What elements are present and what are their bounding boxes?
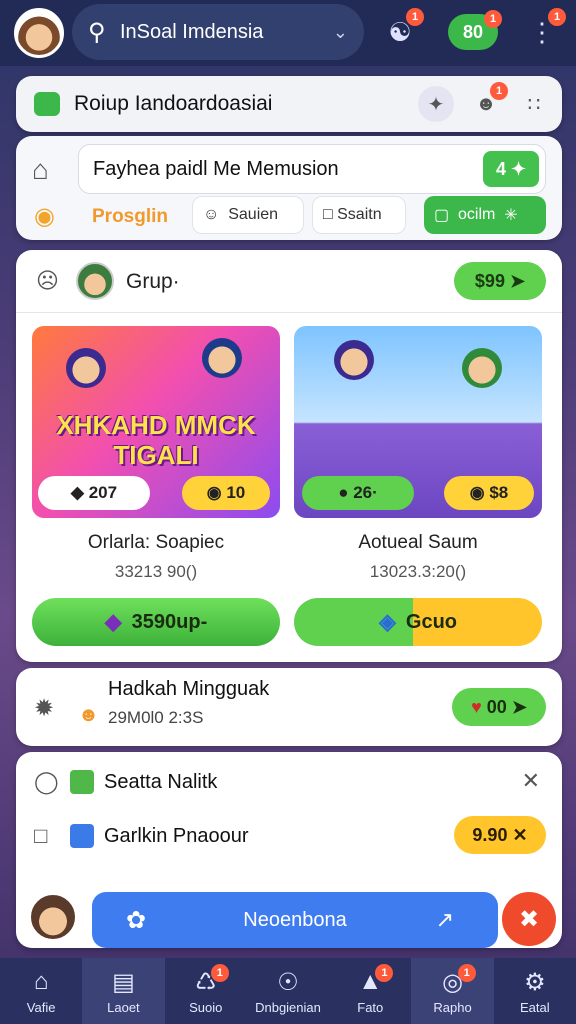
feed-title: Grup· (126, 270, 180, 293)
activity-card[interactable]: ✹ Hadkah Mingguak ☻ 29M0l0 2:3S ♥ 00 ➤ (16, 668, 562, 746)
nav-badge: 1 (210, 964, 229, 982)
game-sub-right: 13023.3:20() (369, 562, 467, 581)
grid-icon[interactable]: ∷ (516, 86, 552, 122)
robot-icon[interactable]: ☻ 1 (468, 82, 508, 122)
character-guitar (462, 348, 502, 388)
game-right-stat: ● 26· (302, 476, 414, 510)
game-banner-text: XHKAHD MMCK TIGALI (56, 410, 256, 470)
notification-badge: 1 (406, 8, 424, 26)
cube-icon (70, 770, 94, 794)
box-icon: □ (34, 823, 48, 848)
search-icon: ⚲ (88, 18, 106, 46)
message-input-value: Fayhea paidl Me Memusion (93, 157, 339, 180)
activity-time: 29M0l0 2:3S (108, 708, 204, 727)
chat-icon: ◯ (34, 769, 59, 794)
chip-sauien[interactable]: ☺ Sauien (192, 196, 304, 234)
send-button[interactable]: 4 ✦ (483, 151, 539, 187)
game-name-left: Orlarla: Soapiec (87, 532, 225, 553)
list-price-pill[interactable]: 9.90 ✕ (454, 816, 546, 854)
chip-ocilm[interactable]: ▢ ocilm ✳ (424, 196, 546, 234)
compose-card: ⌂ Fayhea paidl Me Memusion 4 ✦ ◉ Prosgli… (16, 136, 562, 240)
chevron-down-icon[interactable]: ⌄ (333, 22, 348, 43)
nav-item-dnbgienian[interactable]: ☉ Dnbgienian (247, 958, 329, 1024)
headset-icon: ☉ (277, 968, 299, 996)
game-image-right[interactable]: ● 26· ◉ $8 (294, 326, 542, 518)
group-title: Roiup Iandoardoasiai (74, 92, 273, 115)
paw-icon: ✿ (126, 906, 147, 934)
chip-ssaitn[interactable]: □ Ssaitn (312, 196, 406, 234)
nav-item-laoet[interactable]: ▤ Laoet (82, 958, 165, 1024)
bottom-nav: ⌂ Vafie ▤ Laoet ♺ Suoio 1 ☉ Dnbgienian ▲… (0, 958, 576, 1024)
character-cards (334, 340, 374, 380)
activity-title: Hadkah Mingguak (108, 678, 270, 700)
tag-icon: ◈ (378, 609, 396, 634)
x-icon: ✕ (512, 824, 528, 845)
top-bar: ⚲ InSoal Imdensia ⌄ ☯ 1 80 1 ⋮ 1 (0, 0, 576, 66)
nav-item-suoio[interactable]: ♺ Suoio 1 (165, 958, 247, 1024)
arrow-icon: ➤ (511, 696, 527, 717)
group-icon (34, 92, 60, 116)
close-icon[interactable]: ✕ (522, 768, 540, 794)
game-name-right: Aotueal Saum (358, 532, 478, 553)
nav-item-fato[interactable]: ▲ Fato 1 (329, 958, 411, 1024)
gear-icon: ⚙ (524, 968, 546, 996)
more-vertical-icon[interactable]: ⋮ 1 (522, 8, 566, 52)
user-ribbon-icon[interactable]: ☯ 1 (380, 8, 424, 52)
game-right-action-button[interactable]: ◈ Gcuo (294, 598, 542, 646)
nav-item-rapho[interactable]: ◎ Rapho 1 (411, 958, 494, 1024)
group-header-card: Roiup Iandoardoasiai ✦ ☻ 1 ∷ (16, 76, 562, 132)
id-card-icon: ▤ (112, 968, 135, 996)
activity-value-pill[interactable]: ♥ 00 ➤ (452, 688, 546, 726)
share-icon[interactable]: ✦ (418, 86, 454, 122)
robot-badge: 1 (490, 82, 508, 100)
nav-badge: 1 (457, 964, 476, 982)
coin-count: 80 (462, 21, 484, 42)
home-icon: ⌂ (33, 967, 49, 995)
coin-badge: 1 (484, 10, 502, 28)
nav-item-home[interactable]: ⌂ Vafie (0, 958, 82, 1024)
gamepad-icon: ☹ (36, 268, 59, 293)
square-icon: ▢ (434, 207, 450, 224)
more-badge: 1 (548, 8, 566, 26)
nav-badge: 1 (375, 964, 394, 982)
slash-icon: ✖ (518, 905, 540, 933)
list-item[interactable]: ◯ Seatta Nalitk (34, 762, 217, 802)
game-image-left[interactable]: XHKAHD MMCK TIGALI ◆ 207 ◉ 10 (32, 326, 280, 518)
emoji-icon: ☻ (78, 704, 100, 726)
fab-button[interactable]: ✖ (502, 892, 556, 946)
game-right-score: ◉ $8 (444, 476, 534, 510)
doc-icon: □ (323, 206, 333, 223)
group-avatar[interactable] (76, 262, 114, 300)
user-avatar[interactable] (28, 892, 78, 942)
game-left-score: ◉ 10 (182, 476, 270, 510)
heart-icon: ♥ (471, 696, 482, 717)
game-sub-left: 33213 90() (114, 562, 198, 581)
game-left-action-button[interactable]: ◆ 3590up- (32, 598, 280, 646)
gem-icon: ◆ (104, 609, 122, 634)
tool-icon: ✹ (34, 695, 55, 722)
character-left (66, 348, 106, 388)
game-left-stat: ◆ 207 (38, 476, 150, 510)
divider (16, 312, 562, 313)
sparkle-icon: ✳ (504, 207, 518, 224)
profile-avatar[interactable] (14, 8, 64, 58)
home-icon[interactable]: ⌂ (32, 154, 49, 186)
cube-icon (70, 824, 94, 848)
person-icon: ☺ (203, 206, 220, 223)
nav-item-settings[interactable]: ⚙ Eatal (494, 958, 576, 1024)
list-item[interactable]: □ Garlkin Pnaoour (34, 816, 249, 856)
progress-label: Prosglin (92, 206, 169, 227)
search-text: InSoal Imdensia (120, 20, 264, 43)
character-right (202, 338, 242, 378)
message-input[interactable]: Fayhea paidl Me Memusion 4 ✦ (78, 144, 546, 194)
rocket-icon: ➤ (509, 270, 526, 291)
search-bar[interactable]: ⚲ InSoal Imdensia ⌄ (72, 4, 364, 60)
external-link-icon: ↗ (435, 907, 454, 932)
price-pill[interactable]: $99 ➤ (454, 262, 546, 300)
main-action-button[interactable]: ✿ Neoenbona ↗ (92, 892, 498, 948)
coin-balance[interactable]: 80 1 (448, 10, 502, 50)
feed-card: ☹ Grup· $99 ➤ XHKAHD MMCK TIGALI ◆ 207 ◉… (16, 250, 562, 662)
balloon-icon: ◉ (34, 203, 55, 230)
